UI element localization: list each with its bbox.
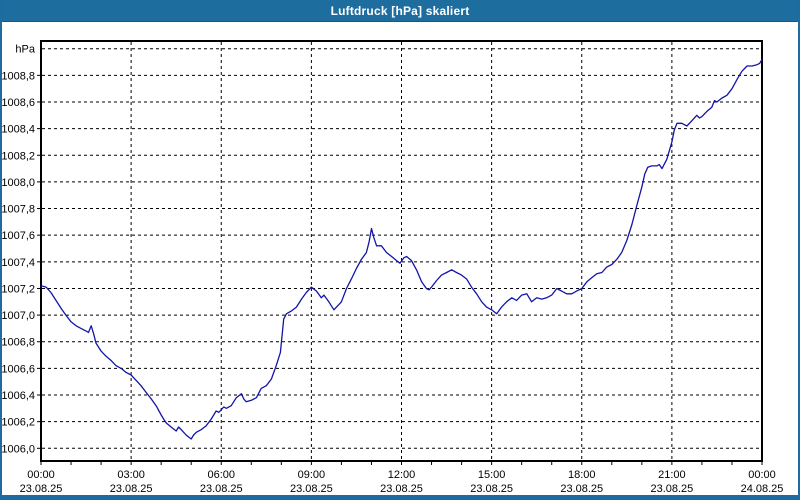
y-tick-label: 1006,2 (2, 417, 35, 429)
y-tick-label: 1007,4 (2, 257, 35, 269)
x-tick-date-label: 23.08.25 (110, 483, 153, 495)
x-tick-time-label: 00:00 (27, 469, 55, 481)
y-tick-label: 1007,6 (2, 230, 35, 242)
y-tick-label: 1006,6 (2, 363, 35, 375)
x-tick-time-label: 00:00 (748, 469, 776, 481)
y-tick-label: 1007,0 (2, 310, 35, 322)
y-tick-label: 1008,4 (2, 124, 35, 136)
y-tick-label: 1008,8 (2, 70, 35, 82)
x-tick-date-label: 23.08.25 (200, 483, 243, 495)
y-tick-label: 1006,0 (2, 443, 35, 455)
y-tick-label: 1007,2 (2, 283, 35, 295)
x-tick-time-label: 06:00 (207, 469, 235, 481)
chart-area: 1006,0 1006,2 1006,4 1006,6 1006,8 1007,0 1007… (2, 22, 798, 495)
x-tick-time-label: 18:00 (568, 469, 596, 481)
y-tick-label: 1007,8 (2, 204, 35, 216)
y-tick-label: 1008,0 (2, 177, 35, 189)
y-tick-label: 1008,2 (2, 150, 35, 162)
window-title: Luftdruck [hPa] skaliert (330, 3, 470, 18)
x-tick-time-label: 15:00 (478, 469, 506, 481)
x-tick-date-label: 23.08.25 (380, 483, 423, 495)
x-tick-date-label: 23.08.25 (470, 483, 513, 495)
pressure-line-chart: 1006,0 1006,2 1006,4 1006,6 1006,8 1007,0 1007… (2, 40, 784, 495)
app-window: Luftdruck [hPa] skaliert 1006,0 1006,2 100… (0, 0, 800, 500)
window-title-bar: Luftdruck [hPa] skaliert (2, 0, 798, 22)
x-tick-time-label: 09:00 (298, 469, 326, 481)
x-tick-date-label: 23.08.25 (650, 483, 693, 495)
x-tick-date-label: 23.08.25 (20, 483, 63, 495)
y-tick-label: 1006,8 (2, 337, 35, 349)
x-tick-date-label: 24.08.25 (741, 483, 784, 495)
y-axis-unit-label: hPa (15, 44, 35, 56)
x-tick-date-label: 23.08.25 (290, 483, 333, 495)
y-tick-label: 1006,4 (2, 390, 35, 402)
x-tick-time-label: 21:00 (658, 469, 686, 481)
x-tick-date-label: 23.08.25 (560, 483, 603, 495)
y-tick-label: 1008,6 (2, 97, 35, 109)
x-tick-time-label: 12:00 (388, 469, 416, 481)
x-tick-time-label: 03:00 (117, 469, 145, 481)
